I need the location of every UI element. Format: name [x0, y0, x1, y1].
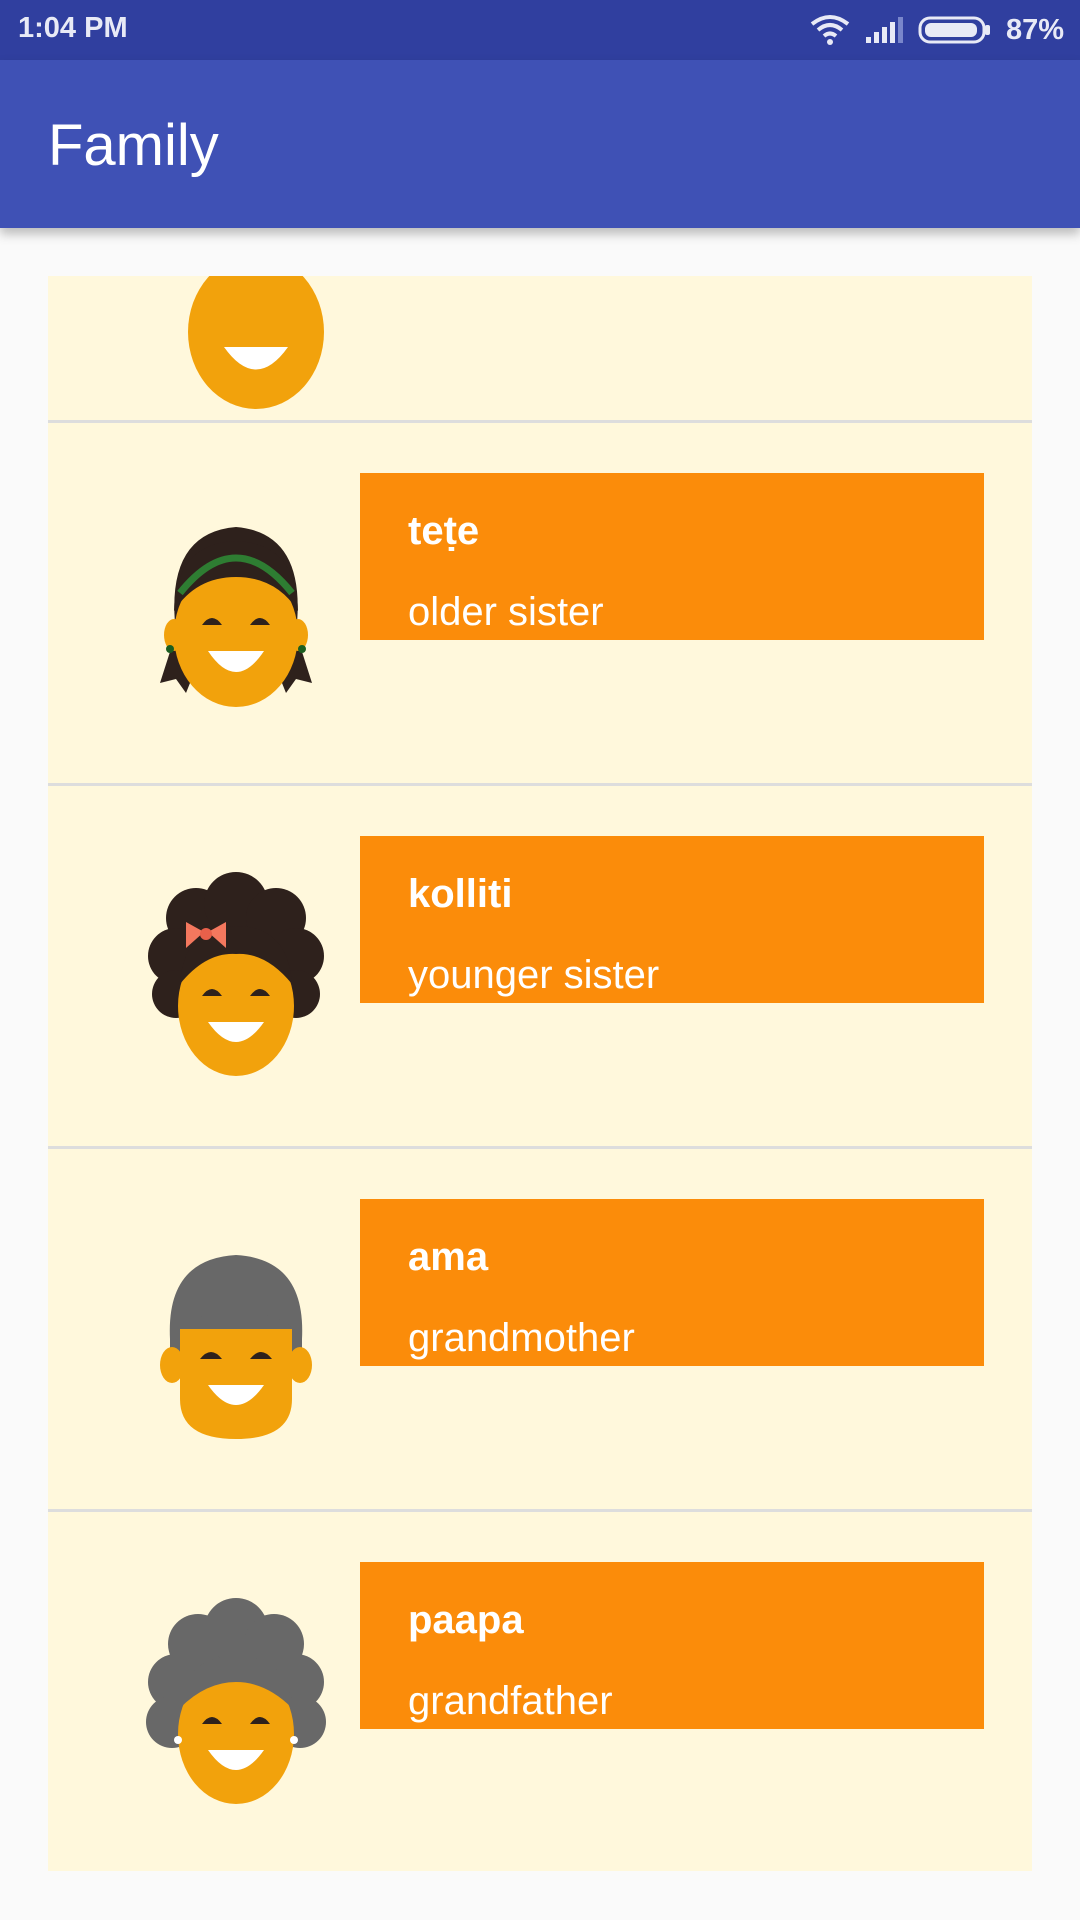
older-sister-avatar-icon	[160, 527, 312, 707]
battery-icon	[918, 16, 990, 44]
grandfather-avatar-icon	[146, 1598, 326, 1804]
avatar-partial-icon	[188, 276, 324, 409]
word-card[interactable]: kolliti younger sister	[360, 836, 984, 1003]
status-bar: 1:04 PM 87%	[0, 0, 1080, 60]
translation-text: younger sister	[408, 953, 660, 997]
word-card[interactable]: paapa grandfather	[360, 1562, 984, 1729]
page-title: Family	[48, 113, 219, 178]
younger-sister-avatar-icon	[148, 872, 324, 1076]
word-list[interactable]: teṭe older sister kolliti younger sister…	[48, 276, 1032, 1871]
grandmother-avatar-icon	[160, 1255, 312, 1439]
word-text: kolliti	[408, 872, 513, 916]
status-time: 1:04 PM	[18, 12, 128, 44]
translation-text: grandmother	[408, 1316, 635, 1360]
word-text: paapa	[408, 1598, 524, 1642]
list-item[interactable]: ama grandmother	[48, 1149, 1032, 1512]
word-card[interactable]: teṭe older sister	[360, 473, 984, 640]
status-icons: 87%	[810, 10, 1064, 50]
word-card[interactable]: ama grandmother	[360, 1199, 984, 1366]
translation-text: older sister	[408, 590, 604, 634]
word-text: teṭe	[408, 509, 480, 553]
battery-percentage: 87%	[1005, 13, 1064, 46]
app-bar: Family	[0, 60, 1080, 228]
list-item[interactable]: teṭe older sister	[48, 423, 1032, 786]
signal-icon	[865, 17, 903, 43]
list-item[interactable]: paapa grandfather	[48, 1512, 1032, 1871]
word-text: ama	[408, 1235, 489, 1279]
wifi-icon	[810, 15, 850, 45]
translation-text: grandfather	[408, 1679, 613, 1723]
list-item-partial[interactable]	[48, 276, 1032, 423]
list-item[interactable]: kolliti younger sister	[48, 786, 1032, 1149]
